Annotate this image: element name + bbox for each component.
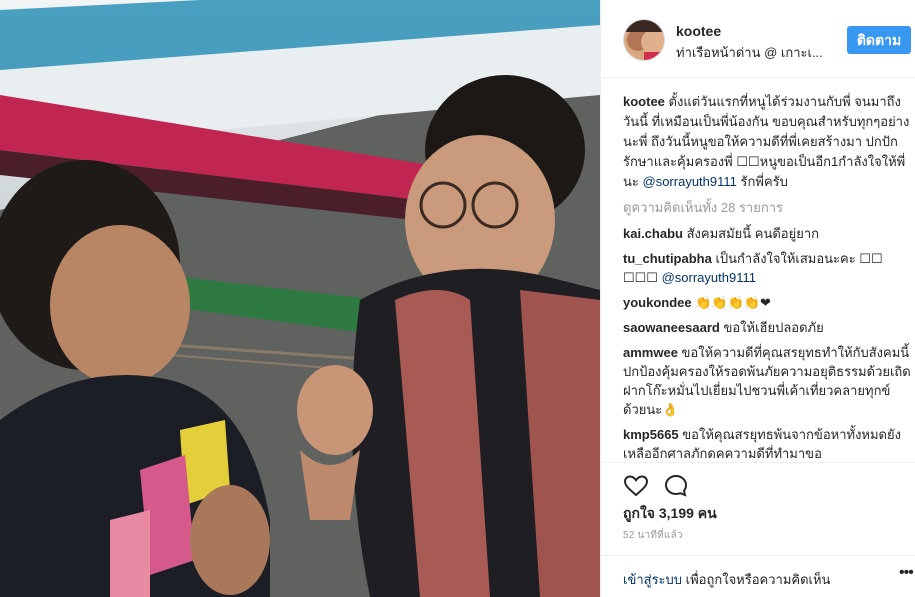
login-prompt: เข้าสู่ระบบ เพื่อถูกใจหรือความคิดเห็น [623,569,830,590]
caption-mention[interactable]: @sorrayuth9111 [643,174,737,189]
comments-section: kootee ตั้งแต่วันแรกที่หนูได้ร่วมงานกับพ… [623,92,913,463]
post-location[interactable]: ท่าเรือหน้าด่าน @ เกาะเ... [676,42,823,63]
post-username[interactable]: kootee [676,23,721,39]
avatar-image [624,20,664,60]
login-bar: เข้าสู่ระบบ เพื่อถูกใจหรือความคิดเห็น ••… [601,555,915,597]
comment-text: สังคมสมัยนี้ คนดีอยู่ยาก [686,226,819,241]
post-actions: ถูกใจ 3,199 คน 52 นาทีที่แล้ว [601,462,915,542]
comment-item: tu_chutipabha เป็นกำลังใจให้เสมอนะคะ ☐☐ … [623,249,913,287]
comment-item: youkondee 👏👏👏👏❤ [623,293,913,312]
comment-item: kmp5665 ขอให้คุณสรยุทธพ้นจากข้อหาทั้งหมด… [623,425,913,463]
follow-button[interactable]: ติดตาม [847,26,911,54]
comment-mention[interactable]: @sorrayuth9111 [662,270,756,285]
comment-text: 👏👏👏👏❤ [695,295,771,310]
post-photo[interactable] [0,0,600,597]
post-timestamp: 52 นาทีที่แล้ว [623,530,683,541]
login-link[interactable]: เข้าสู่ระบบ [623,572,682,587]
comment-username[interactable]: ammwee [623,345,678,360]
comment-item: kai.chabu สังคมสมัยนี้ คนดีอยู่ยาก [623,224,913,243]
caption-username[interactable]: kootee [623,94,665,109]
comment-username[interactable]: tu_chutipabha [623,251,712,266]
like-count[interactable]: ถูกใจ 3,199 คน [623,503,717,525]
photo-illustration [0,0,600,597]
comment-username[interactable]: kai.chabu [623,226,683,241]
instagram-post-view: kootee ท่าเรือหน้าด่าน @ เกาะเ... ติดตาม… [0,0,915,597]
post-header: kootee ท่าเรือหน้าด่าน @ เกาะเ... ติดตาม [601,0,915,78]
view-all-comments-link[interactable]: ดูความคิดเห็นทั้ง 28 รายการ [623,198,913,218]
comment-item: saowaneesaard ขอให้เฮียปลอดภัย [623,318,913,337]
comment-username[interactable]: kmp5665 [623,427,679,442]
comment-text: ขอให้เฮียปลอดภัย [723,320,824,335]
comment-username[interactable]: saowaneesaard [623,320,720,335]
comment-item: ammwee ขอให้ความดีที่คุณสรยุทธทำให้กับสั… [623,343,913,419]
comment-username[interactable]: youkondee [623,295,692,310]
post-caption: kootee ตั้งแต่วันแรกที่หนูได้ร่วมงานกับพ… [623,92,913,192]
post-details-panel: kootee ท่าเรือหน้าด่าน @ เกาะเ... ติดตาม… [600,0,915,597]
avatar[interactable] [623,19,665,61]
comment-icon[interactable] [663,473,689,499]
heart-icon[interactable] [623,473,649,499]
login-rest-text: เพื่อถูกใจหรือความคิดเห็น [682,572,831,587]
more-options-icon[interactable]: ••• [899,564,914,582]
caption-end: รักพี่ครับ [740,174,788,189]
